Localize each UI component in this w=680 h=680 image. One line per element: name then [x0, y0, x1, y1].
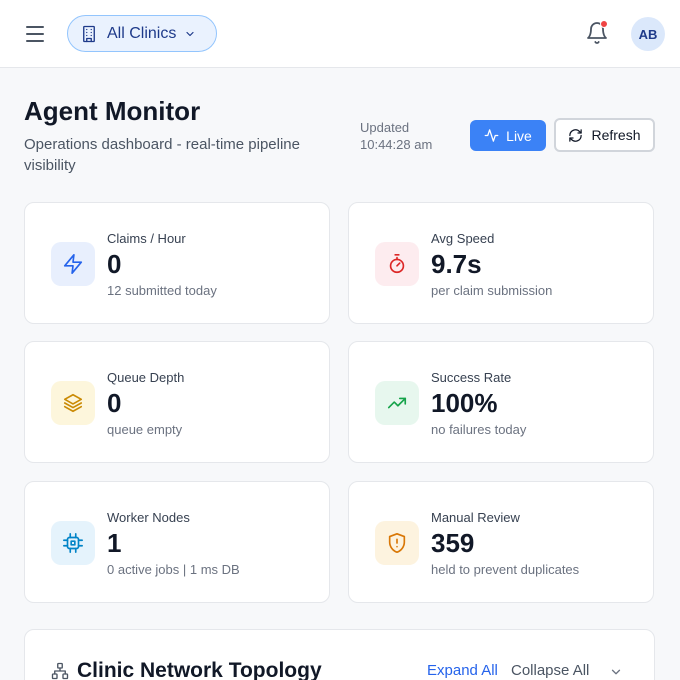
stat-value: 359: [431, 528, 475, 558]
stat-card-success-rate: Success Rate 100% no failures today: [348, 341, 654, 463]
updated-label: Updated: [360, 120, 410, 135]
stat-card-avg-speed: Avg Speed 9.7s per claim submission: [348, 202, 654, 324]
page-subtitle: Operations dashboard - real-time pipelin…: [24, 136, 300, 174]
stat-value: 9.7s: [431, 249, 482, 279]
refresh-button[interactable]: Refresh: [554, 118, 655, 152]
last-updated: Updated 10:44:28 am: [360, 119, 432, 153]
stat-card-worker-nodes: Worker Nodes 1 0 active jobs | 1 ms DB: [24, 481, 330, 603]
notifications-button[interactable]: [585, 20, 609, 46]
stat-value: 1: [107, 528, 122, 558]
stat-label: Avg Speed: [431, 231, 495, 246]
lightning-icon: [51, 242, 95, 286]
live-button[interactable]: Live: [470, 120, 546, 151]
expand-all-button[interactable]: Expand All: [427, 662, 498, 679]
trending-up-icon: [375, 381, 419, 425]
activity-icon: [484, 129, 499, 142]
refresh-icon: [569, 128, 583, 142]
top-bar: All Clinics AB: [0, 0, 680, 68]
stat-value: 0: [107, 388, 122, 418]
notification-dot: [600, 20, 608, 28]
clinic-selector-label: All Clinics: [107, 24, 177, 42]
stat-label: Manual Review: [431, 510, 520, 525]
network-icon: [51, 662, 69, 680]
stat-label: Success Rate: [431, 370, 512, 385]
collapse-all-button[interactable]: Collapse All: [511, 662, 589, 679]
stat-subtext: no failures today: [431, 422, 527, 437]
stat-subtext: 0 active jobs | 1 ms DB: [107, 562, 240, 577]
cpu-icon: [51, 521, 95, 565]
topology-panel: Clinic Network Topology Expand All Colla…: [24, 629, 655, 680]
topology-title: Clinic Network Topology: [77, 659, 322, 680]
stat-label: Claims / Hour: [107, 231, 186, 246]
clinic-selector[interactable]: All Clinics: [67, 15, 217, 52]
stat-subtext: 12 submitted today: [107, 283, 217, 298]
stat-card-claims-per-hour: Claims / Hour 0 12 submitted today: [24, 202, 330, 324]
stopwatch-icon: [375, 242, 419, 286]
stat-subtext: queue empty: [107, 422, 183, 437]
building-icon: [83, 25, 95, 42]
stat-label: Queue Depth: [107, 370, 185, 385]
stat-card-manual-review: Manual Review 359 held to prevent duplic…: [348, 481, 654, 603]
page-title: Agent Monitor: [24, 96, 201, 126]
chevron-down-icon[interactable]: [609, 665, 623, 679]
refresh-label: Refresh: [591, 127, 641, 143]
layers-icon: [51, 381, 95, 425]
stat-subtext: per claim submission: [431, 283, 553, 298]
live-label: Live: [506, 127, 532, 144]
stat-card-queue-depth: Queue Depth 0 queue empty: [24, 341, 330, 463]
updated-time: 10:44:28 am: [360, 137, 433, 152]
chevron-down-icon: [186, 31, 194, 36]
avatar[interactable]: AB: [631, 17, 665, 51]
stat-subtext: held to prevent duplicates: [431, 562, 580, 577]
stat-value: 0: [107, 249, 122, 279]
shield-alert-icon: [375, 521, 419, 565]
stat-value: 100%: [431, 388, 498, 418]
stat-label: Worker Nodes: [107, 510, 190, 525]
menu-icon[interactable]: [26, 26, 44, 42]
